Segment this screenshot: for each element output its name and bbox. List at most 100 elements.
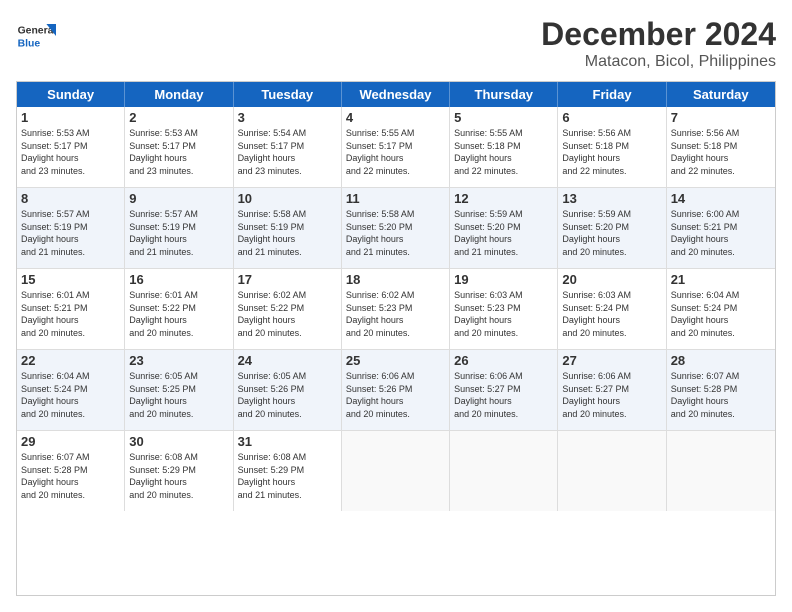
day-info: Sunrise: 6:01 AMSunset: 5:22 PMDaylight … xyxy=(129,289,228,339)
empty-cell xyxy=(667,431,775,511)
day-info: Sunrise: 5:56 AMSunset: 5:18 PMDaylight … xyxy=(562,127,661,177)
day-info: Sunrise: 6:00 AMSunset: 5:21 PMDaylight … xyxy=(671,208,771,258)
calendar-body: 1 Sunrise: 5:53 AMSunset: 5:17 PMDaylight… xyxy=(17,107,775,511)
day-info: Sunrise: 6:04 AMSunset: 5:24 PMDaylight … xyxy=(21,370,120,420)
day-cell-28: 28Sunrise: 6:07 AMSunset: 5:28 PMDayligh… xyxy=(667,350,775,430)
day-info: Sunrise: 6:01 AMSunset: 5:21 PMDaylight … xyxy=(21,289,120,339)
day-number: 31 xyxy=(238,434,337,449)
day-number: 25 xyxy=(346,353,445,368)
day-cell-26: 26 Sunrise: 6:06 AMSunset: 5:27 PMDayligh… xyxy=(450,350,558,430)
day-info: Sunrise: 6:07 AMSunset: 5:28 PMDaylight … xyxy=(21,451,120,501)
day-number: 22 xyxy=(21,353,120,368)
title-section: December 2024 Matacon, Bicol, Philippine… xyxy=(541,16,776,71)
day-info: Sunrise: 6:08 AMSunset: 5:29 PMDaylight … xyxy=(129,451,228,501)
calendar-week-4: 22 Sunrise: 6:04 AMSunset: 5:24 PMDayligh… xyxy=(17,350,775,431)
weekday-header-wednesday: Wednesday xyxy=(342,82,450,107)
day-cell-12: 12Sunrise: 5:59 AMSunset: 5:20 PMDayligh… xyxy=(450,188,558,268)
calendar-subtitle: Matacon, Bicol, Philippines xyxy=(541,53,776,71)
day-number: 9 xyxy=(129,191,228,206)
day-number: 2 xyxy=(129,110,228,125)
day-number: 19 xyxy=(454,272,553,287)
day-cell-15: 15 Sunrise: 6:01 AMSunset: 5:21 PMDayligh… xyxy=(17,269,125,349)
day-cell-6: 6 Sunrise: 5:56 AMSunset: 5:18 PMDaylight… xyxy=(558,107,666,187)
day-number: 20 xyxy=(562,272,661,287)
day-info: Sunrise: 5:57 AMSunset: 5:19 PMDaylight … xyxy=(21,208,120,258)
day-number: 1 xyxy=(21,110,120,125)
svg-text:Blue: Blue xyxy=(18,38,41,49)
day-cell-23: 23 Sunrise: 6:05 AMSunset: 5:25 PMDayligh… xyxy=(125,350,233,430)
day-number: 18 xyxy=(346,272,445,287)
day-info: Sunrise: 6:02 AMSunset: 5:22 PMDaylight … xyxy=(238,289,337,339)
weekday-header-monday: Monday xyxy=(125,82,233,107)
day-info: Sunrise: 6:05 AMSunset: 5:26 PMDaylight … xyxy=(238,370,337,420)
day-number: 11 xyxy=(346,191,445,206)
empty-cell xyxy=(450,431,558,511)
day-cell-14: 14Sunrise: 6:00 AMSunset: 5:21 PMDayligh… xyxy=(667,188,775,268)
day-cell-7: 7 Sunrise: 5:56 AMSunset: 5:18 PMDaylight… xyxy=(667,107,775,187)
day-info: Sunrise: 6:03 AMSunset: 5:24 PMDaylight … xyxy=(562,289,661,339)
day-number: 21 xyxy=(671,272,771,287)
day-cell-30: 30 Sunrise: 6:08 AMSunset: 5:29 PMDayligh… xyxy=(125,431,233,511)
day-cell-27: 27 Sunrise: 6:06 AMSunset: 5:27 PMDayligh… xyxy=(558,350,666,430)
day-number: 6 xyxy=(562,110,661,125)
day-cell-25: 25 Sunrise: 6:06 AMSunset: 5:26 PMDayligh… xyxy=(342,350,450,430)
day-number: 30 xyxy=(129,434,228,449)
day-cell-2: 2 Sunrise: 5:53 AMSunset: 5:17 PMDaylight… xyxy=(125,107,233,187)
day-number: 8 xyxy=(21,191,120,206)
day-number: 15 xyxy=(21,272,120,287)
day-cell-21: 21 Sunrise: 6:04 AMSunset: 5:24 PMDayligh… xyxy=(667,269,775,349)
day-cell-19: 19Sunrise: 6:03 AMSunset: 5:23 PMDayligh… xyxy=(450,269,558,349)
day-number: 29 xyxy=(21,434,120,449)
day-number: 28 xyxy=(671,353,771,368)
day-number: 4 xyxy=(346,110,445,125)
day-cell-5: 5Sunrise: 5:55 AMSunset: 5:18 PMDaylight… xyxy=(450,107,558,187)
day-info: Sunrise: 5:53 AMSunset: 5:17 PMDaylight … xyxy=(129,127,228,177)
day-number: 23 xyxy=(129,353,228,368)
day-info: Sunrise: 6:06 AMSunset: 5:27 PMDaylight … xyxy=(562,370,661,420)
day-info: Sunrise: 5:57 AMSunset: 5:19 PMDaylight … xyxy=(129,208,228,258)
day-cell-9: 9 Sunrise: 5:57 AMSunset: 5:19 PMDaylight… xyxy=(125,188,233,268)
day-cell-11: 11 Sunrise: 5:58 AMSunset: 5:20 PMDayligh… xyxy=(342,188,450,268)
day-cell-22: 22 Sunrise: 6:04 AMSunset: 5:24 PMDayligh… xyxy=(17,350,125,430)
day-number: 10 xyxy=(238,191,337,206)
day-info: Sunrise: 5:53 AMSunset: 5:17 PMDaylight … xyxy=(21,127,120,177)
day-cell-1: 1 Sunrise: 5:53 AMSunset: 5:17 PMDaylight… xyxy=(17,107,125,187)
day-info: Sunrise: 5:54 AMSunset: 5:17 PMDaylight … xyxy=(238,127,337,177)
calendar-header: SundayMondayTuesdayWednesdayThursdayFrid… xyxy=(17,82,775,107)
day-info: Sunrise: 6:06 AMSunset: 5:26 PMDaylight … xyxy=(346,370,445,420)
day-info: Sunrise: 5:55 AMSunset: 5:18 PMDaylight … xyxy=(454,127,553,177)
day-number: 24 xyxy=(238,353,337,368)
day-number: 3 xyxy=(238,110,337,125)
day-cell-8: 8 Sunrise: 5:57 AMSunset: 5:19 PMDaylight… xyxy=(17,188,125,268)
weekday-header-sunday: Sunday xyxy=(17,82,125,107)
day-cell-29: 29 Sunrise: 6:07 AMSunset: 5:28 PMDayligh… xyxy=(17,431,125,511)
day-number: 27 xyxy=(562,353,661,368)
calendar-week-1: 1 Sunrise: 5:53 AMSunset: 5:17 PMDaylight… xyxy=(17,107,775,188)
day-number: 7 xyxy=(671,110,771,125)
day-info: Sunrise: 5:56 AMSunset: 5:18 PMDaylight … xyxy=(671,127,771,177)
day-info: Sunrise: 6:02 AMSunset: 5:23 PMDaylight … xyxy=(346,289,445,339)
day-cell-4: 4Sunrise: 5:55 AMSunset: 5:17 PMDaylight… xyxy=(342,107,450,187)
day-cell-31: 31 Sunrise: 6:08 AMSunset: 5:29 PMDayligh… xyxy=(234,431,342,511)
weekday-header-thursday: Thursday xyxy=(450,82,558,107)
weekday-header-saturday: Saturday xyxy=(667,82,775,107)
day-cell-16: 16Sunrise: 6:01 AMSunset: 5:22 PMDayligh… xyxy=(125,269,233,349)
logo-icon: General Blue xyxy=(16,16,56,56)
day-number: 13 xyxy=(562,191,661,206)
empty-cell xyxy=(558,431,666,511)
day-cell-20: 20 Sunrise: 6:03 AMSunset: 5:24 PMDayligh… xyxy=(558,269,666,349)
day-info: Sunrise: 6:05 AMSunset: 5:25 PMDaylight … xyxy=(129,370,228,420)
day-info: Sunrise: 6:08 AMSunset: 5:29 PMDaylight … xyxy=(238,451,337,501)
calendar-title: December 2024 xyxy=(541,16,776,53)
calendar: SundayMondayTuesdayWednesdayThursdayFrid… xyxy=(16,81,776,596)
day-cell-3: 3 Sunrise: 5:54 AMSunset: 5:17 PMDaylight… xyxy=(234,107,342,187)
day-number: 26 xyxy=(454,353,553,368)
page: General Blue December 2024 Matacon, Bico… xyxy=(0,0,792,612)
day-info: Sunrise: 6:06 AMSunset: 5:27 PMDaylight … xyxy=(454,370,553,420)
day-cell-10: 10 Sunrise: 5:58 AMSunset: 5:19 PMDayligh… xyxy=(234,188,342,268)
weekday-header-tuesday: Tuesday xyxy=(234,82,342,107)
calendar-week-3: 15 Sunrise: 6:01 AMSunset: 5:21 PMDayligh… xyxy=(17,269,775,350)
day-info: Sunrise: 5:58 AMSunset: 5:19 PMDaylight … xyxy=(238,208,337,258)
day-info: Sunrise: 5:58 AMSunset: 5:20 PMDaylight … xyxy=(346,208,445,258)
day-info: Sunrise: 6:04 AMSunset: 5:24 PMDaylight … xyxy=(671,289,771,339)
